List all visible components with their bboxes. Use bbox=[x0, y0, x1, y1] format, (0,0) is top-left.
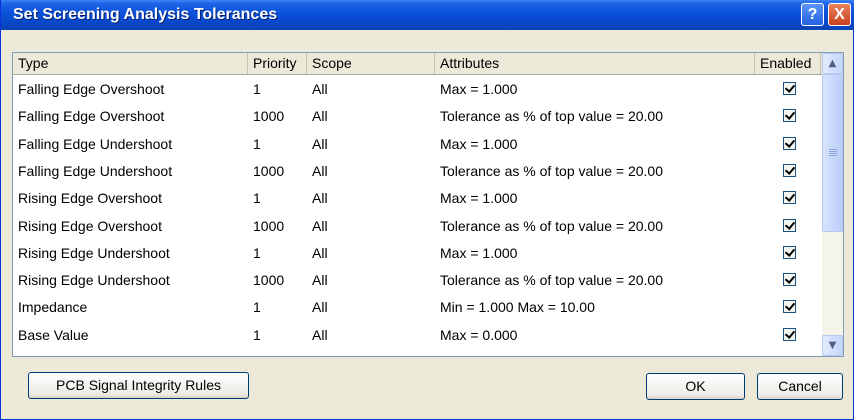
scroll-thumb[interactable] bbox=[822, 74, 843, 232]
grid-header: Type Priority Scope Attributes Enabled bbox=[13, 53, 835, 75]
enabled-checkbox[interactable] bbox=[783, 245, 796, 259]
table-row[interactable]: Impedance 1 All Min = 1.000 Max = 10.00 bbox=[13, 294, 821, 321]
cell-type: Rising Edge Overshoot bbox=[18, 217, 162, 234]
cell-attributes: Tolerance as % of top value = 20.00 bbox=[440, 108, 663, 125]
table-row[interactable]: Rising Edge Overshoot 1 All Max = 1.000 bbox=[13, 185, 821, 212]
cell-attributes: Max = 1.000 bbox=[440, 190, 518, 207]
ok-button[interactable]: OK bbox=[646, 373, 745, 400]
cell-type: Falling Edge Overshoot bbox=[18, 108, 165, 125]
cell-priority: 1000 bbox=[253, 162, 285, 179]
column-header-attributes[interactable]: Attributes bbox=[435, 53, 755, 74]
cell-attributes: Tolerance as % of top value = 20.00 bbox=[440, 217, 663, 234]
cell-priority: 1 bbox=[253, 81, 261, 97]
table-row[interactable]: Rising Edge Overshoot 1000 All Tolerance as… bbox=[13, 213, 821, 240]
column-header-scope[interactable]: Scope bbox=[307, 53, 435, 74]
column-header-priority[interactable]: Priority bbox=[248, 53, 307, 74]
cell-priority: 1 bbox=[253, 299, 261, 316]
cell-type: Base Value bbox=[18, 326, 89, 343]
cell-type: Falling Edge Overshoot bbox=[18, 81, 165, 97]
cell-scope: All bbox=[312, 272, 328, 289]
table-row[interactable]: Falling Edge Undershoot 1 All Max = 1.000 bbox=[13, 131, 821, 158]
title-bar[interactable]: Set Screening Analysis Tolerances ? X bbox=[1, 0, 854, 30]
pcb-button-label: PCB Signal Integrity Rules bbox=[56, 377, 221, 393]
help-button[interactable]: ? bbox=[801, 3, 824, 26]
cell-priority: 1 bbox=[253, 326, 261, 343]
cancel-button[interactable]: Cancel bbox=[757, 373, 843, 400]
vertical-scrollbar[interactable]: ▲ ▼ bbox=[822, 53, 843, 356]
tolerance-grid: Type Priority Scope Attributes Enabled F… bbox=[13, 53, 843, 356]
cell-attributes: Max = 0.000 bbox=[440, 326, 518, 343]
enabled-checkbox[interactable] bbox=[783, 82, 796, 95]
cell-type: Falling Edge Undershoot bbox=[18, 135, 173, 152]
cell-type: Rising Edge Undershoot bbox=[18, 272, 170, 289]
cell-priority: 1000 bbox=[253, 217, 285, 234]
cell-type: Falling Edge Undershoot bbox=[18, 162, 173, 179]
enabled-checkbox[interactable] bbox=[783, 327, 796, 341]
enabled-checkbox[interactable] bbox=[783, 218, 796, 232]
cell-attributes: Tolerance as % of top value = 20.00 bbox=[440, 162, 663, 179]
table-row[interactable]: Rising Edge Undershoot 1 All Max = 1.000 bbox=[13, 240, 821, 267]
dialog-window: Set Screening Analysis Tolerances ? X Ty… bbox=[0, 0, 854, 420]
table-row[interactable]: Falling Edge Overshoot 1 All Max = 1.000 bbox=[13, 76, 821, 103]
dialog-title: Set Screening Analysis Tolerances bbox=[13, 6, 278, 23]
cell-priority: 1 bbox=[253, 244, 261, 261]
cell-scope: All bbox=[312, 190, 328, 207]
cell-type: Impedance bbox=[18, 299, 88, 316]
enabled-checkbox[interactable] bbox=[783, 163, 796, 177]
enabled-checkbox[interactable] bbox=[783, 273, 796, 287]
cell-priority: 1000 bbox=[253, 272, 285, 289]
cell-scope: All bbox=[312, 81, 328, 97]
table-row[interactable]: Falling Edge Overshoot 1000 All Tolerance a… bbox=[13, 103, 821, 130]
cell-scope: All bbox=[312, 162, 328, 179]
enabled-checkbox[interactable] bbox=[783, 191, 796, 205]
cell-attributes: Min = 1.000 Max = 10.00 bbox=[440, 299, 595, 316]
cell-type: Rising Edge Undershoot bbox=[18, 244, 170, 261]
table-row[interactable]: Rising Edge Undershoot 1000 All Tolerance a… bbox=[13, 267, 821, 294]
grip-icon bbox=[829, 149, 837, 157]
ok-button-label: OK bbox=[685, 378, 706, 394]
cell-attributes: Tolerance as % of top value = 20.00 bbox=[440, 272, 663, 289]
cell-priority: 1000 bbox=[253, 108, 285, 125]
column-header-type[interactable]: Type bbox=[13, 53, 248, 74]
cell-scope: All bbox=[312, 135, 328, 152]
scroll-down-button[interactable]: ▼ bbox=[822, 335, 843, 356]
enabled-checkbox[interactable] bbox=[783, 300, 796, 314]
cell-attributes: Max = 1.000 bbox=[440, 244, 518, 261]
table-row[interactable]: Base Value 1 All Max = 0.000 bbox=[13, 322, 821, 349]
cell-priority: 1 bbox=[253, 135, 261, 152]
table-row[interactable]: Falling Edge Undershoot 1000 All Tolerance … bbox=[13, 158, 821, 185]
cell-type: Rising Edge Overshoot bbox=[18, 190, 162, 207]
enabled-checkbox[interactable] bbox=[783, 136, 796, 150]
cell-scope: All bbox=[312, 244, 328, 261]
column-header-enabled[interactable]: Enabled bbox=[755, 53, 821, 74]
cell-priority: 1 bbox=[253, 190, 261, 207]
cell-attributes: Max = 1.000 bbox=[440, 135, 518, 152]
cell-scope: All bbox=[312, 217, 328, 234]
cell-attributes: Max = 1.000 bbox=[440, 81, 518, 97]
pcb-signal-integrity-rules-button[interactable]: PCB Signal Integrity Rules bbox=[28, 372, 249, 399]
cell-scope: All bbox=[312, 299, 328, 316]
close-button[interactable]: X bbox=[828, 3, 851, 26]
cell-scope: All bbox=[312, 108, 328, 125]
enabled-checkbox[interactable] bbox=[783, 109, 796, 123]
cell-scope: All bbox=[312, 326, 328, 343]
cancel-button-label: Cancel bbox=[778, 378, 822, 394]
scroll-up-button[interactable]: ▲ bbox=[822, 53, 843, 74]
